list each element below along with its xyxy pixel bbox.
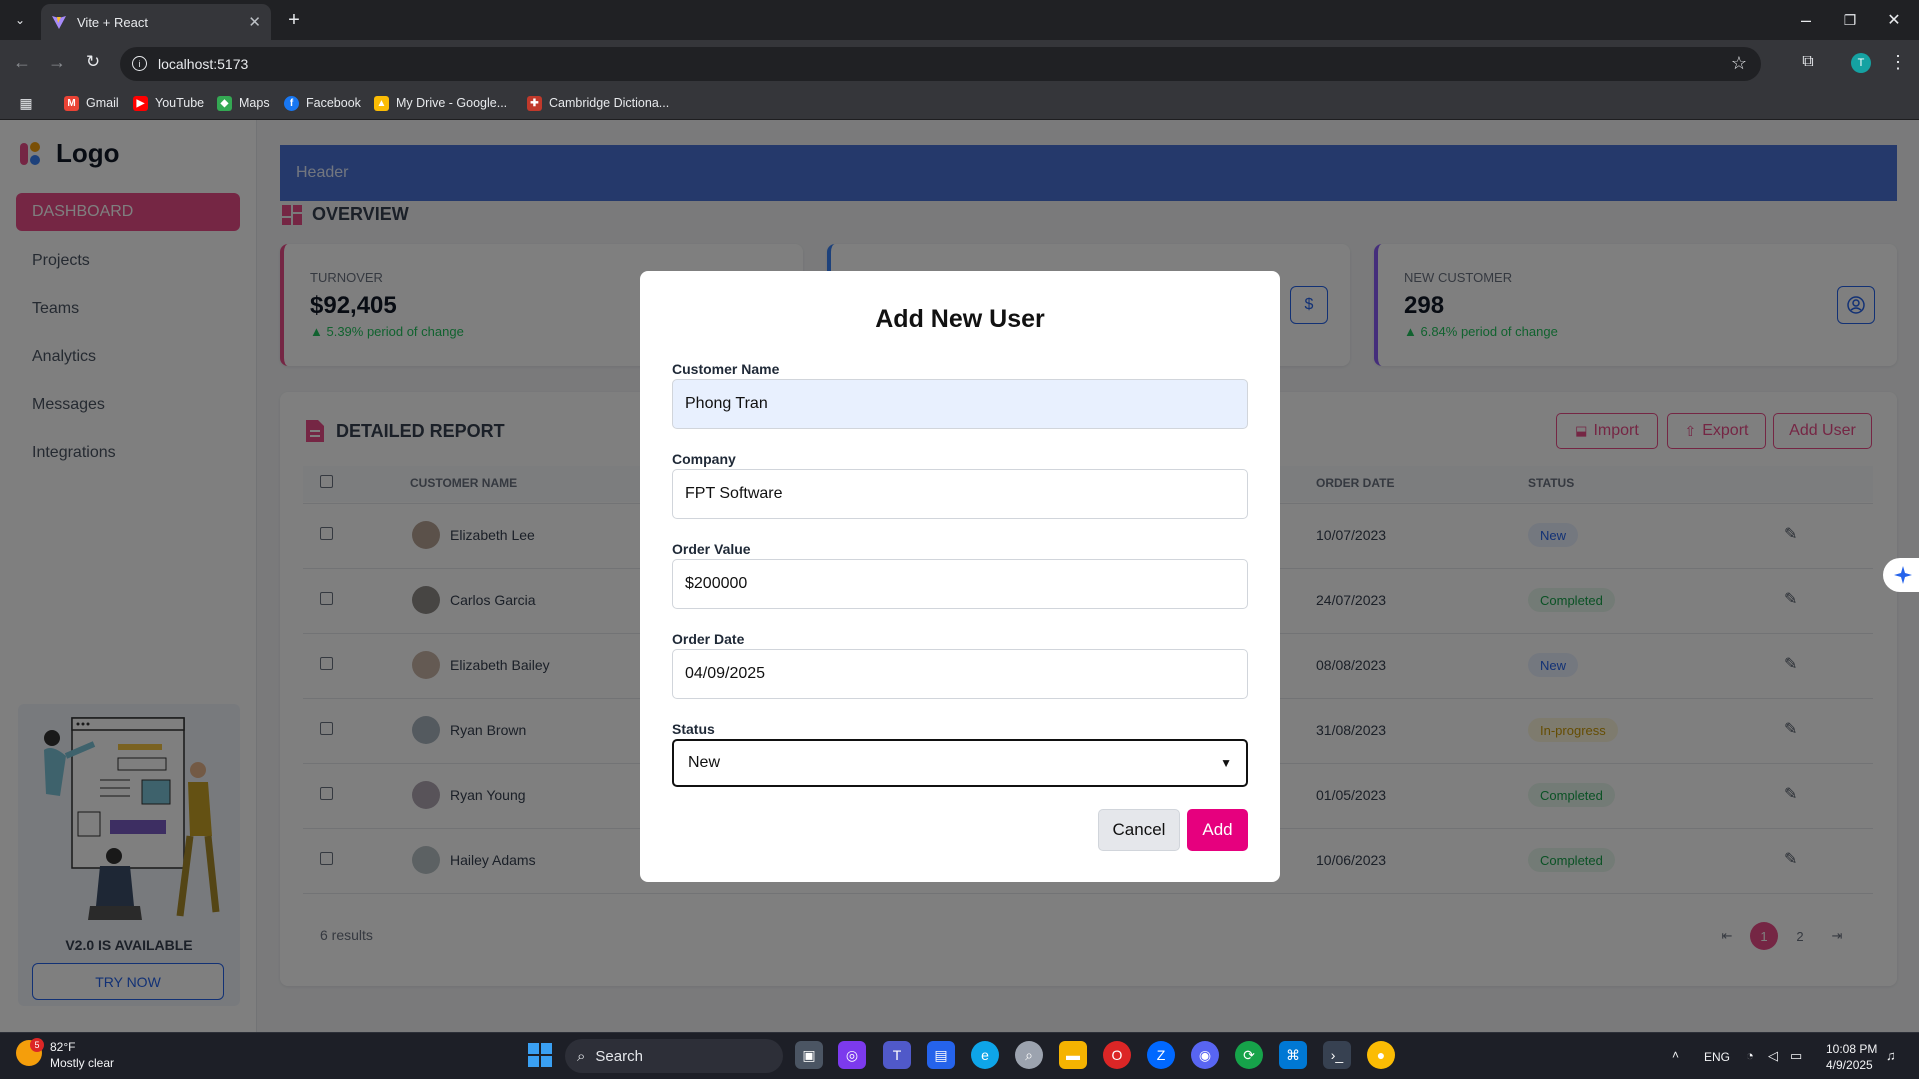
weather-badge: 5 — [30, 1038, 44, 1052]
url-text: localhost:5173 — [158, 56, 249, 72]
status-select-value: New — [688, 754, 721, 771]
bookmark-my-drive[interactable]: ▲ My Drive - Google... — [374, 90, 507, 116]
google-drive-icon: ▲ — [374, 95, 389, 111]
reload-icon[interactable]: ↻ — [81, 50, 105, 74]
tab-title: Vite + React — [77, 14, 148, 30]
status-select[interactable]: New ▼ — [672, 739, 1248, 787]
browser-tab[interactable]: Vite + React ✕ — [41, 4, 271, 40]
clock-date[interactable]: 4/9/2025 — [1826, 1058, 1873, 1072]
chrome-icon[interactable]: ● — [1367, 1041, 1395, 1069]
store-icon[interactable]: ▤ — [927, 1041, 955, 1069]
weather-desc: Mostly clear — [50, 1056, 115, 1070]
status-label: Status — [672, 721, 715, 737]
magnifier-app-icon[interactable]: ⌕ — [1015, 1041, 1043, 1069]
wifi-icon[interactable]: ◔ — [1746, 1048, 1754, 1063]
tab-close-icon[interactable]: ✕ — [248, 13, 261, 31]
git-app-icon[interactable]: ⟳ — [1235, 1041, 1263, 1069]
modal-title: Add New User — [875, 305, 1045, 333]
order-value-input[interactable] — [672, 559, 1248, 609]
battery-icon[interactable]: ▭ — [1790, 1048, 1802, 1064]
copilot-icon[interactable]: ◎ — [838, 1041, 866, 1069]
edge-icon[interactable]: e — [971, 1041, 999, 1069]
cambridge-icon: ✚ — [527, 95, 542, 111]
order-value-label: Order Value — [672, 541, 751, 557]
facebook-icon: f — [284, 95, 299, 111]
customer-name-label: Customer Name — [672, 361, 780, 377]
site-info-icon[interactable]: i — [132, 56, 147, 71]
new-tab-icon[interactable]: + — [282, 8, 306, 32]
order-date-label: Order Date — [672, 631, 745, 647]
cancel-button[interactable]: Cancel — [1098, 809, 1180, 851]
bookmark-cambridge[interactable]: ✚ Cambridge Dictiona... — [527, 90, 669, 116]
company-input[interactable] — [672, 469, 1248, 519]
task-view-icon[interactable]: ▣ — [795, 1041, 823, 1069]
zalo-icon[interactable]: Z — [1147, 1041, 1175, 1069]
taskbar-search[interactable]: ⌕ Search — [565, 1039, 783, 1073]
company-label: Company — [672, 451, 736, 467]
tab-search-icon[interactable]: ⌄ — [8, 8, 32, 32]
forward-icon[interactable]: → — [45, 50, 69, 74]
chevron-down-icon: ▼ — [1220, 756, 1232, 770]
extensions-icon[interactable]: ⧉ — [1796, 50, 1820, 74]
close-window-icon[interactable]: ✕ — [1882, 8, 1906, 32]
windows-start-icon[interactable] — [528, 1043, 552, 1067]
language-indicator[interactable]: ENG — [1704, 1050, 1730, 1064]
order-date-input[interactable] — [672, 649, 1248, 699]
search-icon: ⌕ — [577, 1047, 586, 1065]
teams-icon[interactable]: T — [883, 1041, 911, 1069]
windows-taskbar — [0, 1032, 1919, 1079]
discord-icon[interactable]: ◉ — [1191, 1041, 1219, 1069]
terminal-icon[interactable]: ›_ — [1323, 1041, 1351, 1069]
assistant-sparkle-icon[interactable] — [1883, 558, 1919, 592]
notification-bell-icon[interactable]: ♫ — [1886, 1048, 1896, 1063]
profile-avatar[interactable]: T — [1851, 53, 1871, 73]
bookmark-facebook[interactable]: f Facebook — [284, 90, 361, 116]
apps-grid-icon[interactable]: ▦ — [14, 90, 38, 116]
browser-menu-icon[interactable]: ⋮ — [1886, 50, 1910, 74]
restore-icon[interactable]: ❐ — [1838, 8, 1862, 32]
back-icon[interactable]: ← — [10, 50, 34, 74]
volume-icon[interactable]: ◁ — [1768, 1048, 1778, 1064]
file-explorer-icon[interactable]: ▬ — [1059, 1041, 1087, 1069]
vscode-icon[interactable]: ⌘ — [1279, 1041, 1307, 1069]
gmail-icon: M — [64, 95, 79, 111]
weather-temp: 82°F — [50, 1040, 76, 1054]
add-button[interactable]: Add — [1187, 809, 1248, 851]
bookmark-youtube[interactable]: ▶ YouTube — [133, 90, 204, 116]
customer-name-input[interactable] — [672, 379, 1248, 429]
minimize-icon[interactable]: – — [1794, 8, 1818, 32]
address-bar[interactable]: i localhost:5173 ☆ — [120, 47, 1761, 81]
bookmark-star-icon[interactable]: ☆ — [1731, 53, 1747, 74]
tray-overflow-icon[interactable]: ˄ — [1672, 1048, 1679, 1062]
youtube-icon: ▶ — [133, 95, 148, 111]
clock-time[interactable]: 10:08 PM — [1826, 1042, 1877, 1056]
bookmark-gmail[interactable]: M Gmail — [64, 90, 119, 116]
vite-icon — [52, 16, 66, 29]
opera-icon[interactable]: O — [1103, 1041, 1131, 1069]
bookmark-maps[interactable]: ◆ Maps — [217, 90, 270, 116]
maps-icon: ◆ — [217, 95, 232, 111]
